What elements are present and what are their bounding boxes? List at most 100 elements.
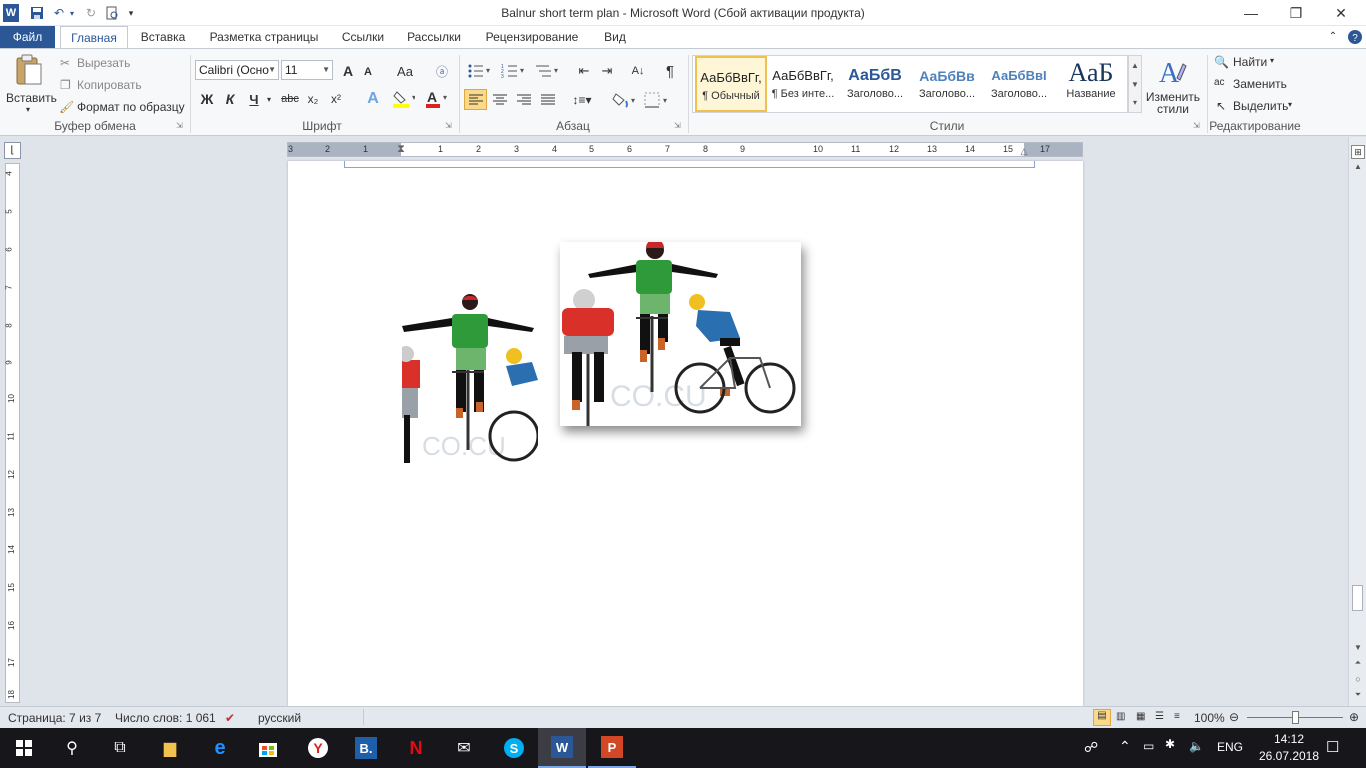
tab-file[interactable]: Файл [0,26,55,48]
edge-icon[interactable]: e [196,728,244,768]
input-language[interactable]: ENG [1217,740,1243,754]
view-ruler-icon[interactable]: ⊞ [1351,145,1365,159]
full-screen-view-icon[interactable]: ▥ [1116,711,1125,722]
cyclists-image-framed[interactable]: CO.CU [560,242,801,426]
browse-object-icon[interactable]: ○ [1352,673,1364,685]
font-color-icon[interactable]: A ▾ [422,89,450,109]
scroll-down-icon[interactable]: ▼ [1352,641,1364,653]
style-normal[interactable]: АаБбВвГг, ¶ Обычный [695,56,767,112]
align-right-button[interactable] [513,89,535,110]
scroll-down-icon[interactable]: ▼ [1129,75,1141,94]
style-title[interactable]: АаБ Название [1055,56,1127,112]
align-left-button[interactable] [464,89,487,110]
web-layout-view-icon[interactable]: ▦ [1136,711,1145,722]
style-heading-1[interactable]: АаБбВ Заголово... [839,56,911,112]
style-no-spacing[interactable]: АаБбВвГг, ¶ Без инте... [767,56,839,112]
find-button[interactable]: Найти [1233,55,1267,69]
skype-icon[interactable]: S [490,728,538,768]
store-icon[interactable] [244,728,292,768]
zoom-level[interactable]: 100% [1194,711,1225,725]
proofing-icon[interactable]: ✔ [225,711,235,725]
underline-button[interactable]: Ч [245,89,263,109]
cyclists-image-cropped[interactable]: CO.CU [402,290,538,463]
zoom-in-icon[interactable]: ⊕ [1349,710,1359,724]
styles-scroll[interactable]: ▲ ▼ ▾ [1128,55,1142,113]
shrink-font-icon[interactable]: A [360,63,376,81]
clear-formatting-icon[interactable]: ⓐ [432,61,452,81]
bullets-icon[interactable]: ▾ [466,61,494,81]
borders-icon[interactable]: ▾ [643,89,673,110]
justify-button[interactable] [537,89,559,110]
style-heading-3[interactable]: АаБбВвІ Заголово... [983,56,1055,112]
powerpoint-taskbar-icon[interactable]: P [588,728,636,768]
tab-insert[interactable]: Вставка [134,26,192,48]
numbering-icon[interactable]: 1 2 3 ▾ [500,61,528,81]
underline-dropdown-icon[interactable]: ▾ [264,89,274,109]
notifications-icon[interactable]: ☐ [1326,738,1339,756]
mail-icon[interactable]: ✉ [440,728,488,768]
tab-mailings[interactable]: Рассылки [402,26,466,48]
draft-view-icon[interactable]: ≡ [1174,711,1180,722]
vertical-ruler[interactable]: 4 5 6 7 8 9 10 11 12 13 14 15 16 17 18 [5,163,20,703]
close-button[interactable]: ✕ [1318,0,1364,26]
text-effects-icon[interactable]: A [360,89,386,109]
copy-button[interactable]: Копировать [77,78,142,92]
subscript-button[interactable]: x₂ [304,89,322,109]
clock-date[interactable]: 26.07.2018 [1254,749,1324,763]
more-styles-icon[interactable]: ▾ [1129,94,1141,112]
replace-button[interactable]: Заменить [1233,77,1287,91]
paste-icon[interactable] [12,53,46,87]
tab-view[interactable]: Вид [596,26,634,48]
grow-font-icon[interactable]: A [339,61,357,81]
scroll-up-icon[interactable]: ▲ [1129,56,1141,75]
vertical-scrollbar[interactable]: ⊞ ▲ ▼ ⏶ ○ ⏷ [1348,137,1366,706]
style-heading-2[interactable]: АаБбВв Заголово... [911,56,983,112]
format-painter-button[interactable]: Формат по образцу [77,100,185,114]
paste-button[interactable]: Вставить [6,91,57,105]
font-launcher-icon[interactable]: ⇲ [445,121,452,130]
line-spacing-icon[interactable]: ↕≡▾ [568,89,596,110]
zoom-out-icon[interactable]: ⊖ [1229,710,1239,724]
volume-icon[interactable]: 🔈 [1189,739,1204,753]
horizontal-ruler[interactable]: 3 2 1 ⧗ 1 2 3 4 5 6 7 8 9 10 11 12 13 14… [287,142,1083,157]
increase-indent-icon[interactable]: ⇥ [597,61,617,81]
show-formatting-icon[interactable]: ¶ [660,61,680,81]
font-size-combo[interactable]: 11 ▼ [281,60,333,80]
change-case-icon[interactable]: Aa [393,61,417,81]
clock-time[interactable]: 14:12 [1264,732,1314,746]
previous-page-icon[interactable]: ⏶ [1352,657,1364,669]
sort-icon[interactable]: A↓ [628,61,648,81]
minimize-button[interactable]: — [1228,0,1274,26]
word-taskbar-icon[interactable]: W [538,728,586,768]
file-explorer-icon[interactable]: ▆ [146,728,194,768]
font-name-combo[interactable]: Calibri (Осно ▼ [195,60,279,80]
paste-dropdown-icon[interactable]: ▾ [26,105,30,114]
start-icon[interactable] [0,728,48,768]
bold-button[interactable]: Ж [198,89,216,109]
cut-button[interactable]: Вырезать [77,56,130,70]
paragraph-launcher-icon[interactable]: ⇲ [674,121,681,130]
clipboard-launcher-icon[interactable]: ⇲ [176,121,183,130]
print-layout-view-icon[interactable]: ▤ [1093,709,1111,726]
scroll-up-icon[interactable]: ▲ [1352,161,1364,171]
tab-references[interactable]: Ссылки [334,26,392,48]
word-count[interactable]: Число слов: 1 061 [115,711,216,725]
indent-marker-icon[interactable]: ⧗ [395,141,407,157]
find-dropdown-icon[interactable]: ▾ [1270,56,1274,65]
styles-launcher-icon[interactable]: ⇲ [1193,121,1200,130]
next-page-icon[interactable]: ⏷ [1352,689,1364,701]
scroll-thumb[interactable] [1352,585,1363,611]
zoom-slider-thumb[interactable] [1292,711,1299,724]
yandex-browser-icon[interactable]: Y [294,728,342,768]
align-center-button[interactable] [489,89,511,110]
tab-review[interactable]: Рецензирование [478,26,586,48]
restore-button[interactable]: ❐ [1273,0,1319,26]
select-dropdown-icon[interactable]: ▾ [1288,100,1292,109]
strikethrough-button[interactable]: abc [279,89,301,109]
netflix-icon[interactable]: N [392,728,440,768]
italic-button[interactable]: К [221,89,239,109]
tab-page-layout[interactable]: Разметка страницы [204,26,324,48]
help-icon[interactable]: ? [1346,26,1364,48]
tab-selector-icon[interactable]: ⌊ [4,142,21,159]
page-count[interactable]: Страница: 7 из 7 [8,711,101,725]
